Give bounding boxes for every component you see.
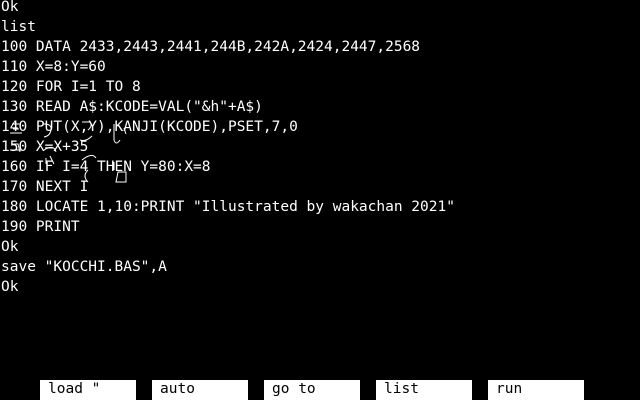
terminal-line: Ok xyxy=(1,279,19,295)
terminal-line: 180 LOCATE 1,10:PRINT "Illustrated by wa… xyxy=(1,199,455,215)
terminal-line: 140 PUT(X,Y),KANJI(KCODE),PSET,7,0 xyxy=(1,119,298,135)
basic-terminal-screen: Ok list 100 DATA 2433,2443,2441,244B,242… xyxy=(0,0,640,360)
terminal-line: save "KOCCHI.BAS",A xyxy=(1,259,167,275)
terminal-line: 120 FOR I=1 TO 8 xyxy=(1,79,141,95)
terminal-line: 160 IF I=4 THEN Y=80:X=8 xyxy=(1,159,211,175)
fkey-load-button[interactable]: load " xyxy=(40,380,136,400)
terminal-line: 150 X=X+35 xyxy=(1,139,89,155)
terminal-line: 190 PRINT xyxy=(1,219,80,235)
terminal-line: list xyxy=(1,19,36,35)
terminal-line: Ok xyxy=(1,0,19,15)
terminal-line: 170 NEXT I xyxy=(1,179,89,195)
terminal-line: 130 READ A$:KCODE=VAL("&h"+A$) xyxy=(1,99,263,115)
fkey-run-button[interactable]: run xyxy=(488,380,584,400)
terminal-line: 110 X=8:Y=60 xyxy=(1,59,106,75)
terminal-line: 100 DATA 2433,2443,2441,244B,242A,2424,2… xyxy=(1,39,421,55)
fkey-list-button[interactable]: list xyxy=(376,380,472,400)
function-key-bar: load " auto go to list run xyxy=(0,380,640,400)
fkey-auto-button[interactable]: auto xyxy=(152,380,248,400)
fkey-goto-button[interactable]: go to xyxy=(264,380,360,400)
terminal-line: Ok xyxy=(1,239,19,255)
